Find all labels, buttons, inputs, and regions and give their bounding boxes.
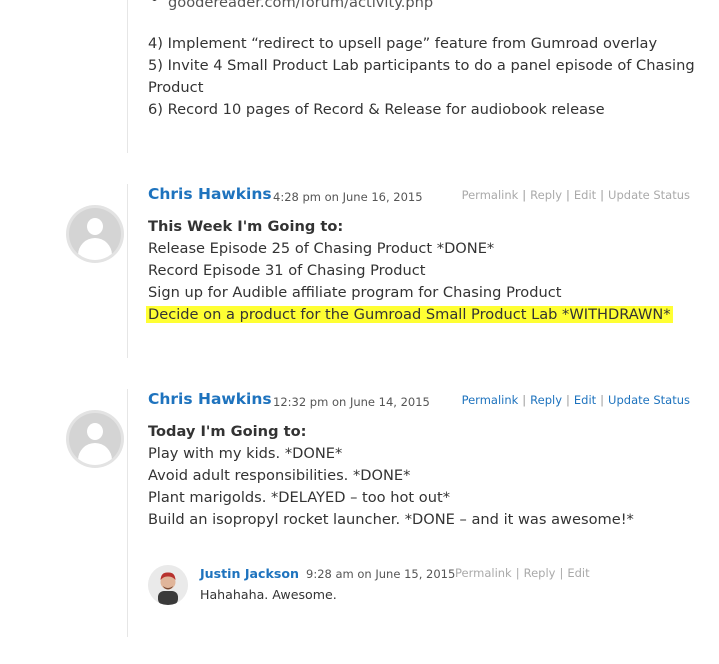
thread-line <box>127 184 128 358</box>
edit-link[interactable]: Edit <box>574 188 596 202</box>
comment-date[interactable]: 12:32 pm on June 14, 2015 <box>273 395 430 409</box>
list-bullet <box>152 0 157 1</box>
highlight: Decide on a product for the Gumroad Smal… <box>146 306 673 323</box>
comment-line: Release Episode 25 of Chasing Product *D… <box>148 240 495 257</box>
update-status-link[interactable]: Update Status <box>608 393 690 407</box>
reply-author[interactable]: Justin Jackson <box>200 566 299 581</box>
edit-link[interactable]: Edit <box>567 566 589 580</box>
comment-line: Record Episode 31 of Chasing Product <box>148 262 426 279</box>
permalink-link[interactable]: Permalink <box>455 566 512 580</box>
comment-line: 6) Record 10 pages of Record & Release f… <box>148 101 605 118</box>
comment-line: Sign up for Audible affiliate program fo… <box>148 284 562 301</box>
user-photo-icon <box>148 565 188 605</box>
comment-line: Avoid adult responsibilities. *DONE* <box>148 467 411 484</box>
comment-line: Product <box>148 79 204 96</box>
avatar <box>66 410 124 468</box>
reply-time: 9:28 am <box>306 567 354 581</box>
avatar <box>66 205 124 263</box>
comment-heading: Today I'm Going to: <box>148 423 307 440</box>
comment-line: Build an isopropyl rocket launcher. *DON… <box>148 511 634 528</box>
comment-date-text: on June 14, 2015 <box>331 395 430 409</box>
update-status-link[interactable]: Update Status <box>608 188 690 202</box>
highlighted-line: Decide on a product for the Gumroad Smal… <box>146 304 673 326</box>
comment-heading: This Week I'm Going to: <box>148 218 344 235</box>
edit-link[interactable]: Edit <box>574 393 596 407</box>
bullet-link-text[interactable]: goodereader.com/forum/activity.php <box>168 0 433 14</box>
thread-line <box>127 389 128 637</box>
reply-link[interactable]: Reply <box>530 393 562 407</box>
default-user-icon <box>69 208 121 260</box>
reply-link[interactable]: Reply <box>530 188 562 202</box>
permalink-link[interactable]: Permalink <box>462 188 519 202</box>
comment-date[interactable]: 4:28 pm on June 16, 2015 <box>273 190 423 204</box>
permalink-link[interactable]: Permalink <box>462 393 519 407</box>
reply-link[interactable]: Reply <box>524 566 556 580</box>
comment-author[interactable]: Chris Hawkins <box>148 390 272 408</box>
comment-line: 5) Invite 4 Small Product Lab participan… <box>148 57 695 74</box>
thread-line <box>127 0 128 153</box>
reply-actions: Permalink | Reply | Edit <box>455 566 590 580</box>
comment-time: 4:28 pm <box>273 190 321 204</box>
avatar <box>148 565 188 605</box>
comment-line: Plant marigolds. *DELAYED – too hot out* <box>148 489 450 506</box>
comment-actions: Permalink | Reply | Edit | Update Status <box>461 188 690 202</box>
reply-date[interactable]: 9:28 am on June 15, 2015 <box>306 567 455 581</box>
reply-text: Hahahaha. Awesome. <box>200 587 337 602</box>
reply-date-text: on June 15, 2015 <box>357 567 456 581</box>
default-user-icon <box>69 413 121 465</box>
comment-author[interactable]: Chris Hawkins <box>148 185 272 203</box>
comment-line: 4) Implement “redirect to upsell page” f… <box>148 35 658 52</box>
comment-time: 12:32 pm <box>273 395 329 409</box>
comment-date-text: on June 16, 2015 <box>324 190 423 204</box>
comment-actions: Permalink | Reply | Edit | Update Status <box>461 393 690 407</box>
comment-line: Play with my kids. *DONE* <box>148 445 343 462</box>
